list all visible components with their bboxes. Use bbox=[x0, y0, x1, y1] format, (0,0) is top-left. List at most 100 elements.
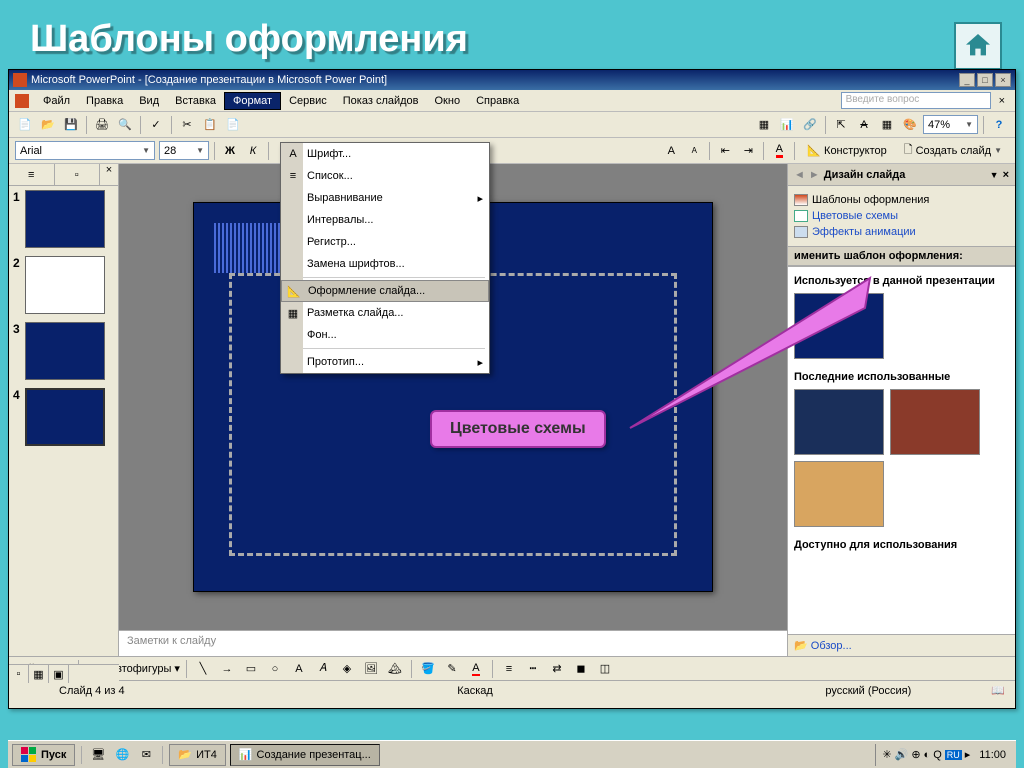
sorter-view-button[interactable]: ▦ bbox=[29, 665, 49, 683]
menu-item-prototype[interactable]: Прототип...▸ bbox=[281, 351, 489, 373]
arrow-style-icon[interactable]: ⇄ bbox=[547, 659, 567, 679]
print-icon[interactable]: 🖨 bbox=[92, 115, 112, 135]
oval-icon[interactable]: ○ bbox=[265, 659, 285, 679]
notes-pane[interactable]: Заметки к слайду bbox=[119, 630, 787, 656]
fill-color-icon[interactable]: 🪣 bbox=[418, 659, 438, 679]
help-search-input[interactable]: Введите вопрос bbox=[841, 92, 991, 109]
org-icon[interactable]: 🔗 bbox=[800, 115, 820, 135]
save-icon[interactable]: 💾 bbox=[61, 115, 81, 135]
paste-icon[interactable]: 📄 bbox=[223, 115, 243, 135]
new-slide-button[interactable]: 🗋Создать слайд▼ bbox=[897, 141, 1009, 161]
quick-outlook-icon[interactable]: ✉ bbox=[136, 745, 156, 765]
tray-icon-3[interactable]: ⊕ bbox=[911, 748, 920, 761]
show-format-icon[interactable]: A bbox=[854, 115, 874, 135]
link-animation[interactable]: Эффекты анимации bbox=[794, 224, 1009, 240]
maximize-button[interactable]: □ bbox=[977, 73, 993, 87]
browse-link[interactable]: Обзор... bbox=[811, 640, 852, 652]
rect-icon[interactable]: ▭ bbox=[241, 659, 261, 679]
thumb-1[interactable] bbox=[25, 190, 105, 248]
tray-icon-6[interactable]: ▸ bbox=[965, 748, 971, 761]
spellcheck-status-icon[interactable]: 📖 bbox=[991, 684, 1005, 697]
pane-close-button[interactable]: × bbox=[100, 164, 118, 185]
start-button[interactable]: Пуск bbox=[12, 744, 75, 766]
menu-item-slide-design[interactable]: 📐Оформление слайда... bbox=[281, 280, 489, 302]
font-name-select[interactable]: Arial▼ bbox=[15, 141, 155, 160]
preview-icon[interactable]: 🔍 bbox=[115, 115, 135, 135]
fwd-icon[interactable]: ► bbox=[809, 169, 820, 181]
template-recent-2[interactable] bbox=[890, 389, 980, 455]
home-button[interactable] bbox=[954, 22, 1002, 70]
menu-help[interactable]: Справка bbox=[468, 93, 527, 109]
thumb-3[interactable] bbox=[25, 322, 105, 380]
menu-tools[interactable]: Сервис bbox=[281, 93, 335, 109]
increase-font-icon[interactable]: A bbox=[661, 141, 681, 161]
font-color-icon-2[interactable]: A bbox=[466, 659, 486, 679]
taskpane-close-button[interactable]: × bbox=[1003, 169, 1009, 181]
menu-item-align[interactable]: Выравнивание▸ bbox=[281, 187, 489, 209]
link-color-schemes[interactable]: Цветовые схемы bbox=[794, 208, 1009, 224]
doc-close-button[interactable]: × bbox=[995, 95, 1009, 107]
designer-button[interactable]: 📐Конструктор bbox=[800, 141, 893, 161]
menu-view[interactable]: Вид bbox=[131, 93, 167, 109]
grid-icon[interactable]: ▦ bbox=[877, 115, 897, 135]
copy-icon[interactable]: 📋 bbox=[200, 115, 220, 135]
tray-icon-4[interactable]: ◐ bbox=[924, 749, 931, 761]
slides-tab[interactable]: ▫ bbox=[55, 164, 101, 185]
menu-item-slide-layout[interactable]: ▦Разметка слайда... bbox=[281, 302, 489, 324]
menu-item-font[interactable]: AШрифт... bbox=[281, 143, 489, 165]
line-style-icon[interactable]: ≡ bbox=[499, 659, 519, 679]
tray-icon-2[interactable]: 🔊 bbox=[895, 748, 909, 761]
lang-indicator[interactable]: RU bbox=[945, 750, 962, 760]
picture-icon[interactable]: 🏔 bbox=[385, 659, 405, 679]
cut-icon[interactable]: ✂ bbox=[177, 115, 197, 135]
chart-icon[interactable]: 📊 bbox=[777, 115, 797, 135]
menu-item-list[interactable]: ≡Список... bbox=[281, 165, 489, 187]
spell-icon[interactable]: ✓ bbox=[146, 115, 166, 135]
menu-file[interactable]: Файл bbox=[35, 93, 78, 109]
link-design-templates[interactable]: Шаблоны оформления bbox=[794, 192, 1009, 208]
menu-slideshow[interactable]: Показ слайдов bbox=[335, 93, 427, 109]
3d-icon[interactable]: ◫ bbox=[595, 659, 615, 679]
tray-icon-1[interactable]: ✳ bbox=[882, 748, 891, 761]
menu-item-case[interactable]: Регистр... bbox=[281, 231, 489, 253]
textbox-icon[interactable]: A bbox=[289, 659, 309, 679]
thumb-4[interactable] bbox=[25, 388, 105, 446]
line-color-icon[interactable]: ✎ bbox=[442, 659, 462, 679]
control-box-icon[interactable] bbox=[15, 94, 29, 108]
font-size-select[interactable]: 28▼ bbox=[159, 141, 209, 160]
clock[interactable]: 11:00 bbox=[973, 749, 1006, 761]
menu-window[interactable]: Окно bbox=[427, 93, 469, 109]
diagram-icon[interactable]: ◈ bbox=[337, 659, 357, 679]
menu-item-background[interactable]: Фон... bbox=[281, 324, 489, 346]
new-icon[interactable]: 📄 bbox=[15, 115, 35, 135]
close-button[interactable]: × bbox=[995, 73, 1011, 87]
dash-style-icon[interactable]: ┅ bbox=[523, 659, 543, 679]
bold-icon[interactable]: Ж bbox=[220, 141, 240, 161]
arrow-icon[interactable]: → bbox=[217, 659, 237, 679]
menu-item-interval[interactable]: Интервалы... bbox=[281, 209, 489, 231]
autoshapes-menu[interactable]: Автофигуры ▾ bbox=[109, 662, 180, 675]
color-icon[interactable]: 🎨 bbox=[900, 115, 920, 135]
menu-item-replace-font[interactable]: Замена шрифтов... bbox=[281, 253, 489, 275]
minimize-button[interactable]: _ bbox=[959, 73, 975, 87]
open-icon[interactable]: 📂 bbox=[38, 115, 58, 135]
taskbar-powerpoint[interactable]: 📊Создание презентац... bbox=[230, 744, 380, 766]
slideshow-view-button[interactable]: ▣ bbox=[49, 665, 69, 683]
expand-icon[interactable]: ⇱ bbox=[831, 115, 851, 135]
font-color-icon[interactable]: A bbox=[769, 141, 789, 161]
back-icon[interactable]: ◄ bbox=[794, 169, 805, 181]
wordart-icon[interactable]: 𝐴 bbox=[313, 659, 333, 679]
demote-icon[interactable]: ⇥ bbox=[738, 141, 758, 161]
outline-tab[interactable]: ≡ bbox=[9, 164, 55, 185]
taskbar-folder[interactable]: 📂ИТ4 bbox=[169, 744, 225, 766]
menu-edit[interactable]: Правка bbox=[78, 93, 131, 109]
quick-desktop-icon[interactable]: 🖥 bbox=[88, 745, 108, 765]
table-icon[interactable]: ▦ bbox=[754, 115, 774, 135]
taskpane-dropdown-icon[interactable]: ▼ bbox=[990, 170, 999, 180]
shadow-icon[interactable]: ◼ bbox=[571, 659, 591, 679]
menu-insert[interactable]: Вставка bbox=[167, 93, 224, 109]
promote-icon[interactable]: ⇤ bbox=[715, 141, 735, 161]
decrease-font-icon[interactable]: A bbox=[684, 141, 704, 161]
help-icon[interactable]: ? bbox=[989, 115, 1009, 135]
clipart-icon[interactable]: 🖼 bbox=[361, 659, 381, 679]
